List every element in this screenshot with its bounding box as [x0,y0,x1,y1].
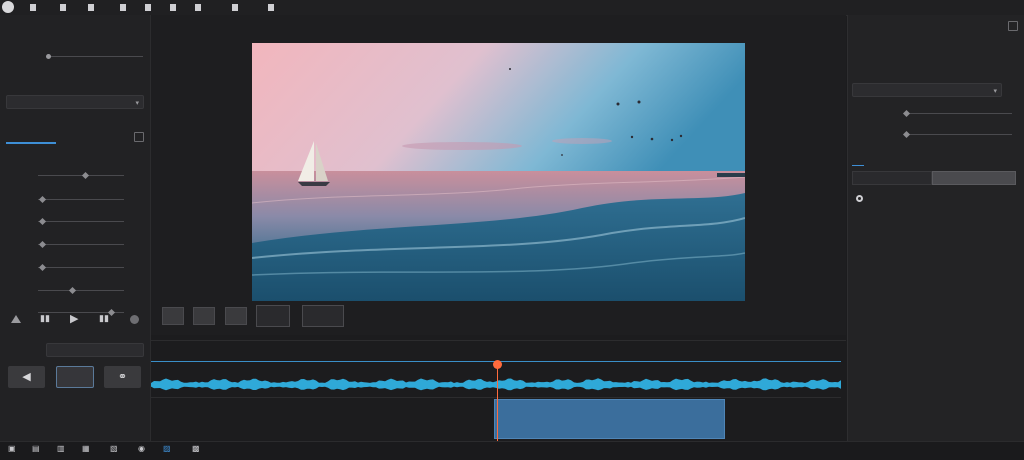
menu-icon [30,3,36,11]
track-divider [151,397,841,398]
right-tab-underline [852,165,864,166]
triangle-icon[interactable] [11,315,21,323]
right-slider-b[interactable] [906,134,1012,135]
menu-icon [145,3,151,11]
menu-item-7[interactable] [195,2,203,12]
playhead-line[interactable] [497,361,498,442]
menu-item-5[interactable] [145,2,153,12]
right-dropdown[interactable]: ▾ [852,83,1002,97]
menu-icon [268,3,274,11]
menu-item-9[interactable] [268,2,276,12]
app-logo-icon[interactable] [2,1,14,13]
left-slider-knob[interactable] [39,195,47,204]
left-slider-knob[interactable] [39,263,47,272]
menu-icon [120,3,126,11]
left-slider-knob[interactable] [39,240,47,249]
left-section-underline [6,142,56,144]
bottom-toolbar: ▣ ▤ ▥ ▦ ▧ ◉ ▨ ▩ [0,441,1024,460]
left-slider-knob[interactable] [82,171,90,180]
video-preview[interactable] [252,43,745,301]
left-row1-knob[interactable] [46,54,51,59]
timeline-panel[interactable] [151,340,846,442]
menu-item-1[interactable] [30,2,38,12]
audio-waveform[interactable] [151,374,841,396]
left-slider-track[interactable] [38,290,124,291]
menu-icon [232,3,238,11]
control-button-2[interactable] [193,307,215,325]
record-icon[interactable] [130,315,139,324]
left-slider-knob[interactable] [69,286,77,295]
left-properties-panel: ▾ ▮▮ ▶ ▮▮ ◀ ⚭ [0,15,151,441]
right-segment-b[interactable] [932,171,1016,185]
right-slider-a[interactable] [906,113,1012,114]
menu-icon [60,3,66,11]
left-slider-track[interactable] [38,267,124,268]
left-slider-track[interactable] [38,221,124,222]
menu-item-4[interactable] [120,2,128,12]
control-button-3[interactable] [225,307,247,325]
playhead-handle[interactable] [493,360,502,369]
menu-icon [88,3,94,11]
left-dropdown[interactable]: ▾ [6,95,144,109]
thumbnail-button-1[interactable] [256,305,290,327]
split-icon[interactable]: ▮▮ [40,313,50,324]
right-slider-a-knob[interactable] [902,109,911,118]
left-slider-knob[interactable] [108,308,116,317]
left-slider-track[interactable] [38,244,124,245]
tool-icon-1[interactable]: ▣ [8,444,16,453]
prev-button[interactable]: ◀ [8,366,45,388]
tool-icon-2[interactable]: ▤ [32,444,40,453]
menu-item-8[interactable] [232,2,240,12]
right-inspector-panel: ▾ [847,15,1024,441]
tool-icon-3[interactable]: ▥ [57,444,65,453]
top-menu-bar [0,0,1024,16]
tool-icon-7[interactable]: ▨ [163,444,171,453]
menu-icon [195,3,201,11]
link-button[interactable]: ⚭ [104,366,141,388]
menu-item-2[interactable] [60,2,68,12]
chevron-down-icon: ▾ [135,100,139,107]
menu-item-6[interactable] [170,2,178,12]
radio-icon[interactable] [856,195,863,202]
control-button-1[interactable] [162,307,184,325]
left-bottom-field[interactable] [46,343,144,357]
video-frame-image [252,43,745,301]
play-icon[interactable]: ▶ [70,312,78,325]
video-clip[interactable] [494,399,725,439]
frame-button[interactable] [56,366,94,388]
collapse-icon[interactable] [134,132,144,142]
tool-icon-8[interactable]: ▩ [192,444,200,453]
menu-item-3[interactable] [88,2,96,12]
right-segment-a[interactable] [852,171,932,185]
left-slider-knob[interactable] [39,217,47,226]
chevron-down-icon: ▾ [993,88,997,95]
thumbnail-button-2[interactable] [302,305,344,327]
right-slider-b-knob[interactable] [902,130,911,139]
left-row1-slider[interactable] [48,56,143,57]
close-icon[interactable] [1008,21,1018,31]
left-slider-track[interactable] [38,199,124,200]
tool-icon-6[interactable]: ◉ [138,444,145,453]
menu-icon [170,3,176,11]
tool-icon-5[interactable]: ▧ [110,444,118,453]
tool-icon-4[interactable]: ▦ [82,444,90,453]
pause-icon[interactable]: ▮▮ [99,313,109,324]
